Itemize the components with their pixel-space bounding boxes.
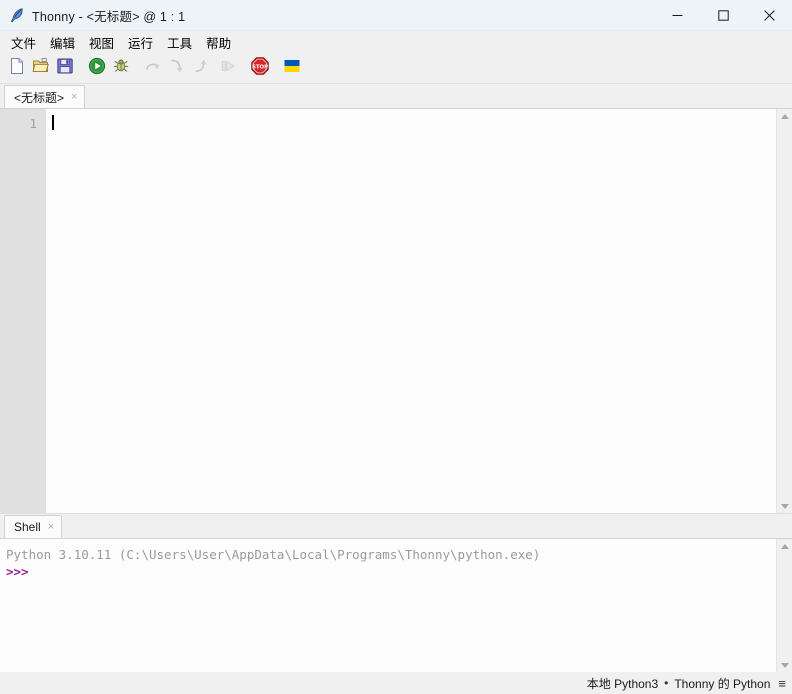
- thonny-window: Thonny - <无标题> @ 1 : 1 文件 编辑 视图 运行 工具 帮助: [0, 0, 792, 694]
- editor-tab-close-icon[interactable]: ×: [70, 91, 78, 103]
- shell-prompt: >>>: [6, 564, 29, 579]
- shell-prompt-line: >>>: [6, 563, 776, 580]
- open-file-button[interactable]: [29, 56, 53, 80]
- status-separator: •: [664, 676, 669, 690]
- svg-text:STOP: STOP: [252, 64, 268, 70]
- close-button[interactable]: [746, 0, 792, 30]
- editor-tab-untitled[interactable]: <无标题> ×: [4, 85, 86, 108]
- editor-tab-label: <无标题>: [14, 90, 65, 105]
- menu-item-edit[interactable]: 编辑: [43, 31, 82, 54]
- step-out-icon: [192, 57, 210, 80]
- feather-icon: [6, 4, 28, 26]
- shell-vertical-scrollbar[interactable]: [776, 539, 792, 672]
- shell-pane: Python 3.10.11 (C:\Users\User\AppData\Lo…: [0, 538, 792, 672]
- gutter-line-number: 1: [29, 116, 37, 131]
- shell-banner-text: Python 3.10.11 (C:\Users\User\AppData\Lo…: [6, 547, 541, 562]
- green-play-icon: [88, 57, 106, 80]
- step-into-icon: [168, 57, 186, 80]
- floppy-disk-icon: [56, 57, 74, 80]
- step-over-button[interactable]: [141, 56, 165, 80]
- debug-button[interactable]: [109, 56, 133, 80]
- run-button[interactable]: [85, 56, 109, 80]
- title-bar: Thonny - <无标题> @ 1 : 1: [0, 0, 792, 31]
- step-over-icon: [144, 57, 162, 80]
- menu-item-help[interactable]: 帮助: [199, 31, 238, 54]
- status-interpreter[interactable]: 本地 Python3: [587, 675, 658, 692]
- menu-item-tools[interactable]: 工具: [160, 31, 199, 54]
- new-file-icon: [8, 57, 26, 80]
- ukraine-flag-button[interactable]: [280, 56, 304, 80]
- step-into-button[interactable]: [165, 56, 189, 80]
- resume-button[interactable]: [216, 56, 240, 80]
- editor-pane: 1: [0, 108, 792, 513]
- scroll-down-arrow-icon[interactable]: [777, 499, 792, 513]
- menu-item-file[interactable]: 文件: [4, 31, 43, 54]
- ukraine-flag-icon: [283, 57, 301, 80]
- step-out-button[interactable]: [189, 56, 213, 80]
- text-caret: [52, 115, 54, 130]
- window-controls: [654, 0, 792, 30]
- maximize-button[interactable]: [700, 0, 746, 30]
- editor-vertical-scrollbar[interactable]: [776, 109, 792, 513]
- resume-icon: [219, 57, 237, 80]
- shell-text-area[interactable]: Python 3.10.11 (C:\Users\User\AppData\Lo…: [0, 539, 776, 672]
- status-backend[interactable]: Thonny 的 Python: [674, 675, 770, 692]
- bug-icon: [112, 57, 130, 80]
- shell-scroll-down-arrow-icon[interactable]: [777, 658, 792, 672]
- hamburger-menu-icon[interactable]: ≡: [778, 676, 786, 691]
- editor-gutter: 1: [0, 109, 46, 513]
- window-title: Thonny - <无标题> @ 1 : 1: [32, 9, 186, 24]
- open-folder-icon: [32, 57, 50, 80]
- editor-tab-strip: <无标题> ×: [0, 84, 792, 108]
- shell-scroll-up-arrow-icon[interactable]: [777, 539, 792, 553]
- scroll-up-arrow-icon[interactable]: [777, 109, 792, 123]
- toolbar: STOP: [0, 53, 792, 84]
- stop-button[interactable]: STOP: [248, 56, 272, 80]
- menu-item-run[interactable]: 运行: [121, 31, 160, 54]
- new-file-button[interactable]: [5, 56, 29, 80]
- minimize-button[interactable]: [654, 0, 700, 30]
- editor-text-area[interactable]: [46, 109, 776, 513]
- menu-bar: 文件 编辑 视图 运行 工具 帮助: [0, 31, 792, 53]
- status-bar: 本地 Python3 • Thonny 的 Python ≡: [0, 672, 792, 694]
- shell-tab-close-icon[interactable]: ×: [47, 521, 55, 533]
- shell-tab-strip: Shell ×: [0, 513, 792, 538]
- save-file-button[interactable]: [53, 56, 77, 80]
- shell-tab[interactable]: Shell ×: [4, 515, 63, 538]
- stop-sign-icon: STOP: [250, 56, 270, 81]
- shell-tab-label: Shell: [14, 520, 41, 534]
- menu-item-view[interactable]: 视图: [82, 31, 121, 54]
